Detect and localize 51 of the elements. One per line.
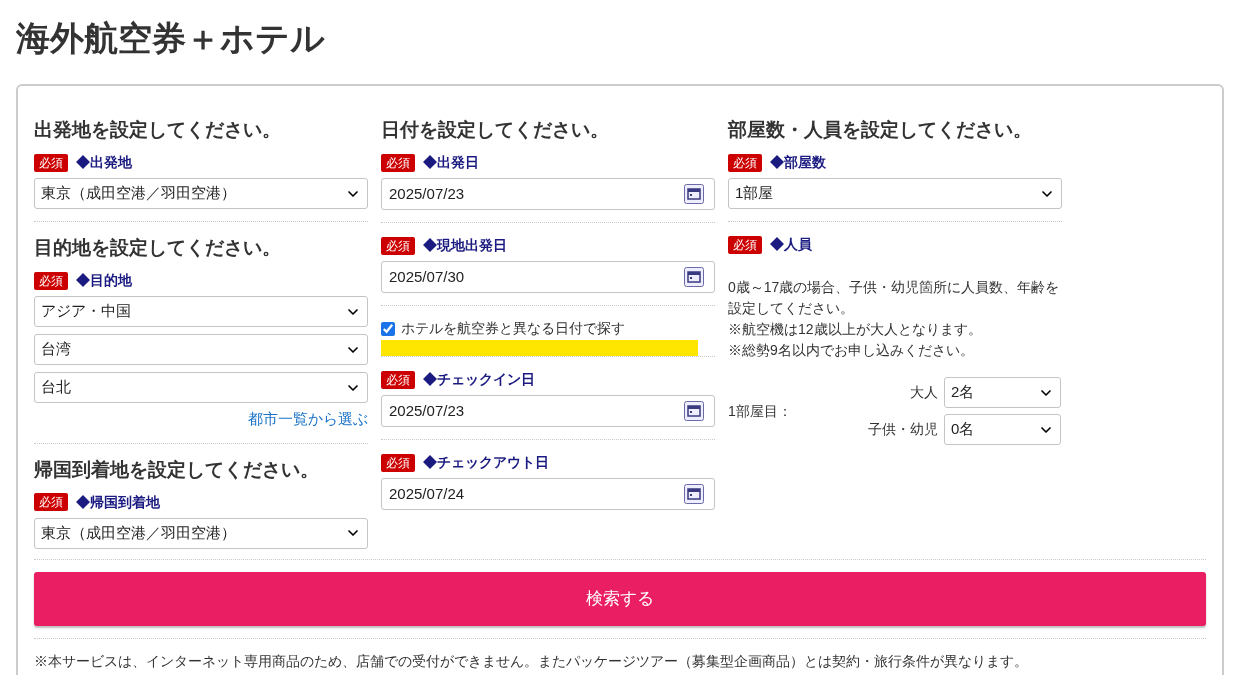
note-text: ※航空機は12歳以上が大人となります。 (728, 320, 983, 339)
date-field[interactable]: 2025/07/23 (381, 395, 715, 427)
field-label: ◆部屋数 (770, 153, 826, 172)
select-dropdown[interactable]: 東京（成田空港／羽田空港） (34, 178, 368, 209)
page-title: 海外航空券＋ホテル (16, 18, 326, 59)
field-label: ◆人員 (770, 235, 812, 254)
select-dropdown[interactable]: 0名 (944, 414, 1061, 445)
count-label: 子供・幼児 (867, 420, 938, 439)
required-badge: 必須 (381, 153, 415, 172)
select-dropdown[interactable]: アジア・中国 (34, 296, 368, 327)
field-label: ◆目的地 (76, 271, 132, 290)
field-label: ◆出発地 (76, 153, 132, 172)
required-badge: 必須 (728, 235, 762, 254)
checkbox-label: ホテルを航空券と異なる日付で探す (401, 319, 625, 338)
section-heading: 目的地を設定してください。 (34, 236, 282, 260)
section-heading: 帰国到着地を設定してください。 (34, 457, 320, 482)
select-dropdown[interactable]: 台北 (34, 372, 368, 403)
section-heading: 部屋数・人員を設定してください。 (728, 118, 1033, 142)
field-label: ◆出発日 (423, 153, 479, 172)
field-label: ◆帰国到着地 (76, 492, 160, 512)
required-badge: 必須 (728, 153, 762, 172)
required-badge: 必須 (34, 493, 68, 511)
date-field[interactable]: 2025/07/30 (381, 261, 715, 293)
footer-note: ※本サービスは、インターネット専用商品のため、店舗での受付ができません。またパッケージツアー（募集型企画商品）とは契約・旅行条件が異なります。 (34, 651, 1029, 671)
search-button[interactable]: 検索する (34, 571, 1206, 626)
count-label: 大人 (909, 383, 938, 402)
note-text: 0歳～17歳の場合、子供・幼児箇所に人員数、年齢を設定してください。 (728, 278, 1061, 318)
required-badge: 必須 (381, 370, 415, 389)
calendar-icon (684, 401, 704, 421)
field-label: ◆チェックイン日 (423, 370, 535, 389)
section-heading: 出発地を設定してください。 (34, 118, 282, 142)
field-label: ◆現地出発日 (423, 236, 507, 255)
calendar-icon (684, 184, 704, 204)
select-dropdown[interactable]: 2名 (944, 377, 1061, 408)
section-heading: 日付を設定してください。 (381, 118, 610, 142)
field-label: ◆チェックアウト日 (423, 453, 549, 472)
date-field[interactable]: 2025/07/24 (381, 478, 715, 510)
select-dropdown[interactable]: 東京（成田空港／羽田空港） (34, 517, 368, 549)
required-badge: 必須 (381, 453, 415, 472)
date-field[interactable]: 2025/07/23 (381, 178, 715, 210)
required-badge: 必須 (34, 271, 68, 290)
select-dropdown[interactable]: 1部屋 (728, 178, 1062, 209)
calendar-icon (684, 267, 704, 287)
required-badge: 必須 (381, 236, 415, 255)
calendar-icon (684, 484, 704, 504)
room-label: 1部屋目： (728, 401, 793, 421)
note-text: ※総勢9名以内でお申し込みください。 (728, 341, 975, 360)
select-dropdown[interactable]: 台湾 (34, 334, 368, 365)
city-list-link[interactable]: 都市一覧から選ぶ (248, 408, 368, 431)
required-badge: 必須 (34, 153, 68, 172)
hotel-date-checkbox[interactable] (381, 321, 395, 336)
